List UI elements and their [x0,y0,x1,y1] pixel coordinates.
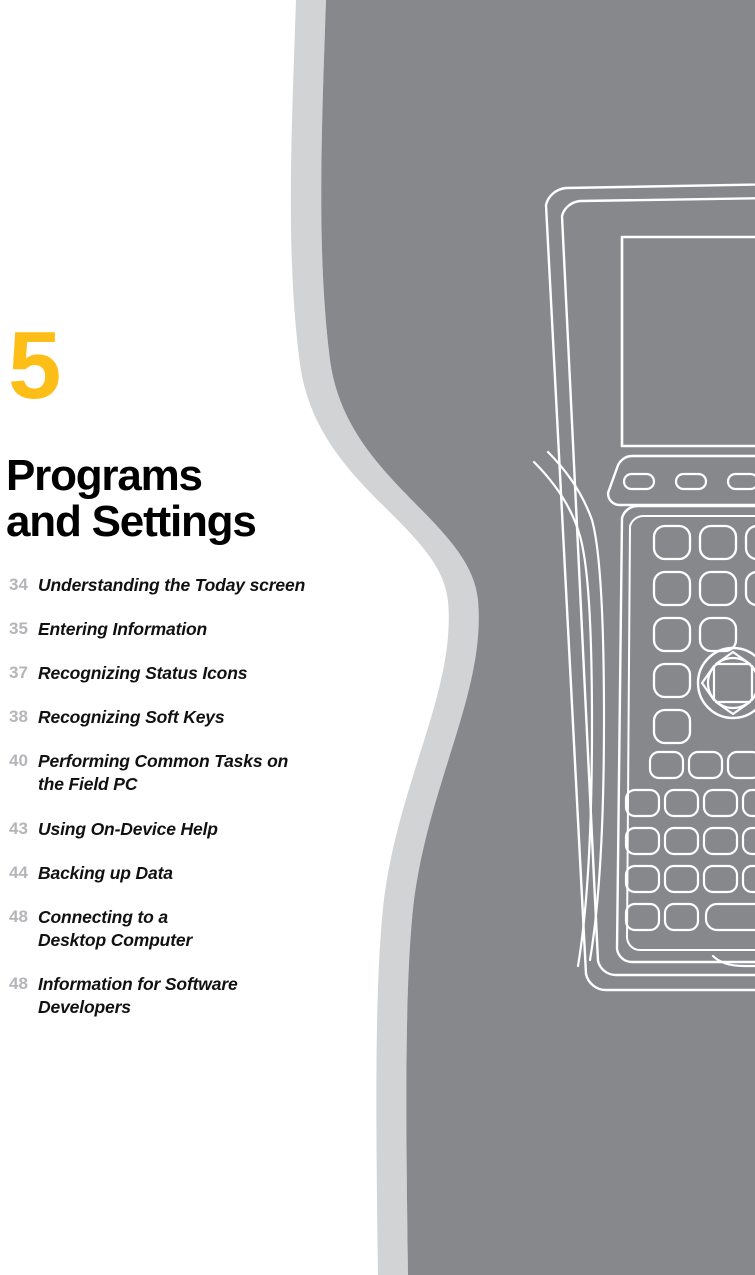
toc-page-number: 44 [9,862,28,882]
chapter-title-line-2: and Settings [6,497,257,547]
toc-entry-label-line-1: Using On-Device Help [38,818,218,839]
toc-page-number: 34 [9,575,28,594]
toc-entry[interactable]: 48 Information for Software Developers [0,973,360,1019]
toc-entry-label: Recognizing Status Icons [38,662,360,685]
toc-entry-label-line-1: Connecting to a [38,906,168,927]
toc-entry-label: Connecting to a Desktop Computer [38,906,360,952]
toc-entry-label: Using On-Device Help [38,818,360,841]
toc-entry[interactable]: 38 Recognizing Soft Keys [0,706,360,729]
toc-entry-label-line-1: Recognizing Status Icons [38,663,248,684]
toc-entry-label-line-1: Entering Information [38,619,208,640]
toc-page-number: 38 [9,707,28,727]
toc-entry[interactable]: 35 Entering Information [0,618,360,641]
chapter-number: 5 [8,312,61,419]
toc-entry-label-line-2: Desktop Computer [38,929,193,950]
toc-entry-label-line-1: Understanding the Today screen [38,575,306,595]
toc-entry-label: Backing up Data [38,862,360,885]
toc-page-number: 35 [9,619,28,639]
toc-entry-label: Understanding the Today screen [38,574,360,597]
chapter-title: Programs and Settings [6,453,346,545]
toc-page-number: 40 [9,751,28,771]
toc-page-number: 43 [9,818,28,838]
toc-page-number: 37 [9,663,28,683]
toc-entry-label-line-1: Backing up Data [38,862,173,883]
toc-entry[interactable]: 44 Backing up Data [0,862,360,885]
toc-entry-label: Recognizing Soft Keys [38,706,360,729]
toc-entry-label-line-2: Developers [38,997,131,1018]
chapter-title-line-1: Programs [6,451,203,501]
toc-entry-label: Performing Common Tasks on the Field PC [38,750,360,796]
toc-entry[interactable]: 48 Connecting to a Desktop Computer [0,906,360,952]
toc-entry[interactable]: 37 Recognizing Status Icons [0,662,360,685]
table-of-contents: 34 Understanding the Today screen 35 Enteri… [0,574,360,1040]
toc-entry-label-line-2: the Field PC [38,774,138,795]
toc-entry[interactable]: 34 Understanding the Today screen [0,574,360,597]
chapter-divider-page: 5 Programs and Settings 34 Understanding … [0,0,755,1275]
toc-entry[interactable]: 43 Using On-Device Help [0,818,360,841]
toc-page-number: 48 [9,906,28,926]
toc-entry-label: Information for Software Developers [38,973,360,1019]
toc-entry-label-line-1: Information for Software [38,973,238,994]
toc-entry-label-line-1: Recognizing Soft Keys [38,707,225,728]
toc-entry[interactable]: 40 Performing Common Tasks on the Field PC [0,750,360,796]
chapter-text-column: 5 Programs and Settings 34 Understanding … [0,0,360,1275]
toc-entry-label: Entering Information [38,618,360,641]
toc-entry-label-line-1: Performing Common Tasks on [38,751,289,772]
toc-page-number: 48 [9,973,28,993]
